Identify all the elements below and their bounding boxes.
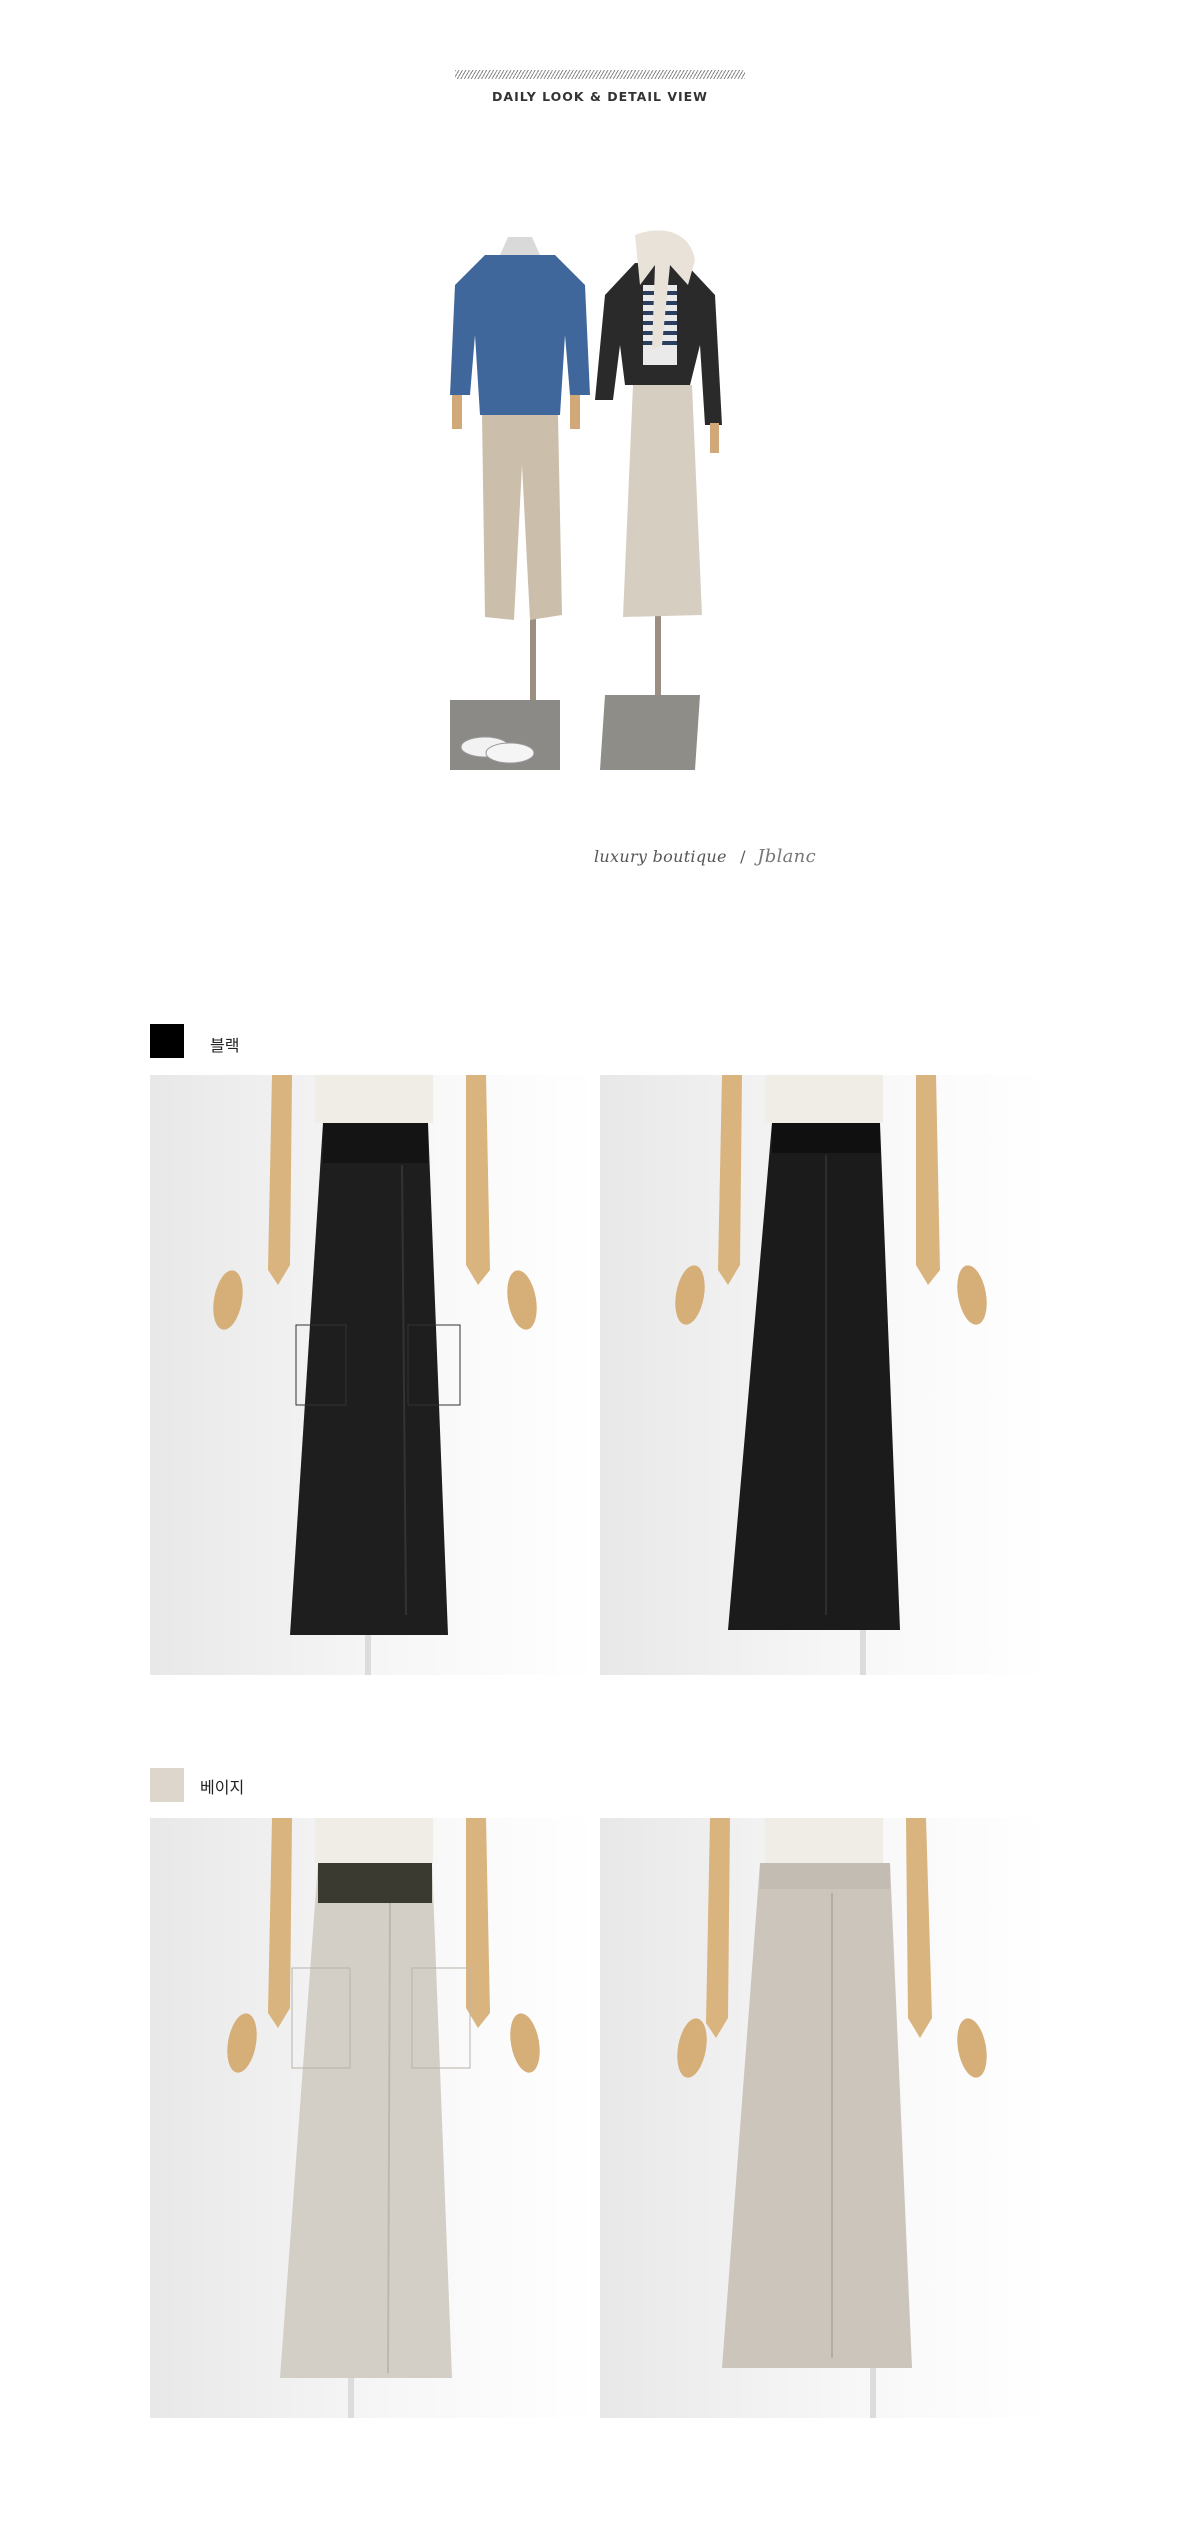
hero-mannequin-image: [430, 225, 800, 785]
color-label-black: 블랙: [210, 1036, 240, 1055]
hatched-divider-icon: [455, 70, 745, 79]
product-photo-black-back: [600, 1075, 1047, 1675]
product-photo-black-front: [150, 1075, 597, 1675]
brand-caption: luxury boutique / Jblanc: [594, 846, 816, 867]
color-swatch-black: [150, 1024, 184, 1058]
section-title: DAILY LOOK & DETAIL VIEW: [492, 89, 708, 104]
color-swatch-beige: [150, 1768, 184, 1802]
color-label-beige: 베이지: [200, 1778, 245, 1797]
brand-signature: Jblanc: [757, 846, 816, 867]
product-photo-beige-back: [600, 1818, 1047, 2418]
brand-separator: /: [740, 847, 746, 866]
brand-text: luxury boutique: [594, 847, 727, 866]
section-header: DAILY LOOK & DETAIL VIEW: [0, 70, 1200, 104]
product-photo-beige-front: [150, 1818, 597, 2418]
